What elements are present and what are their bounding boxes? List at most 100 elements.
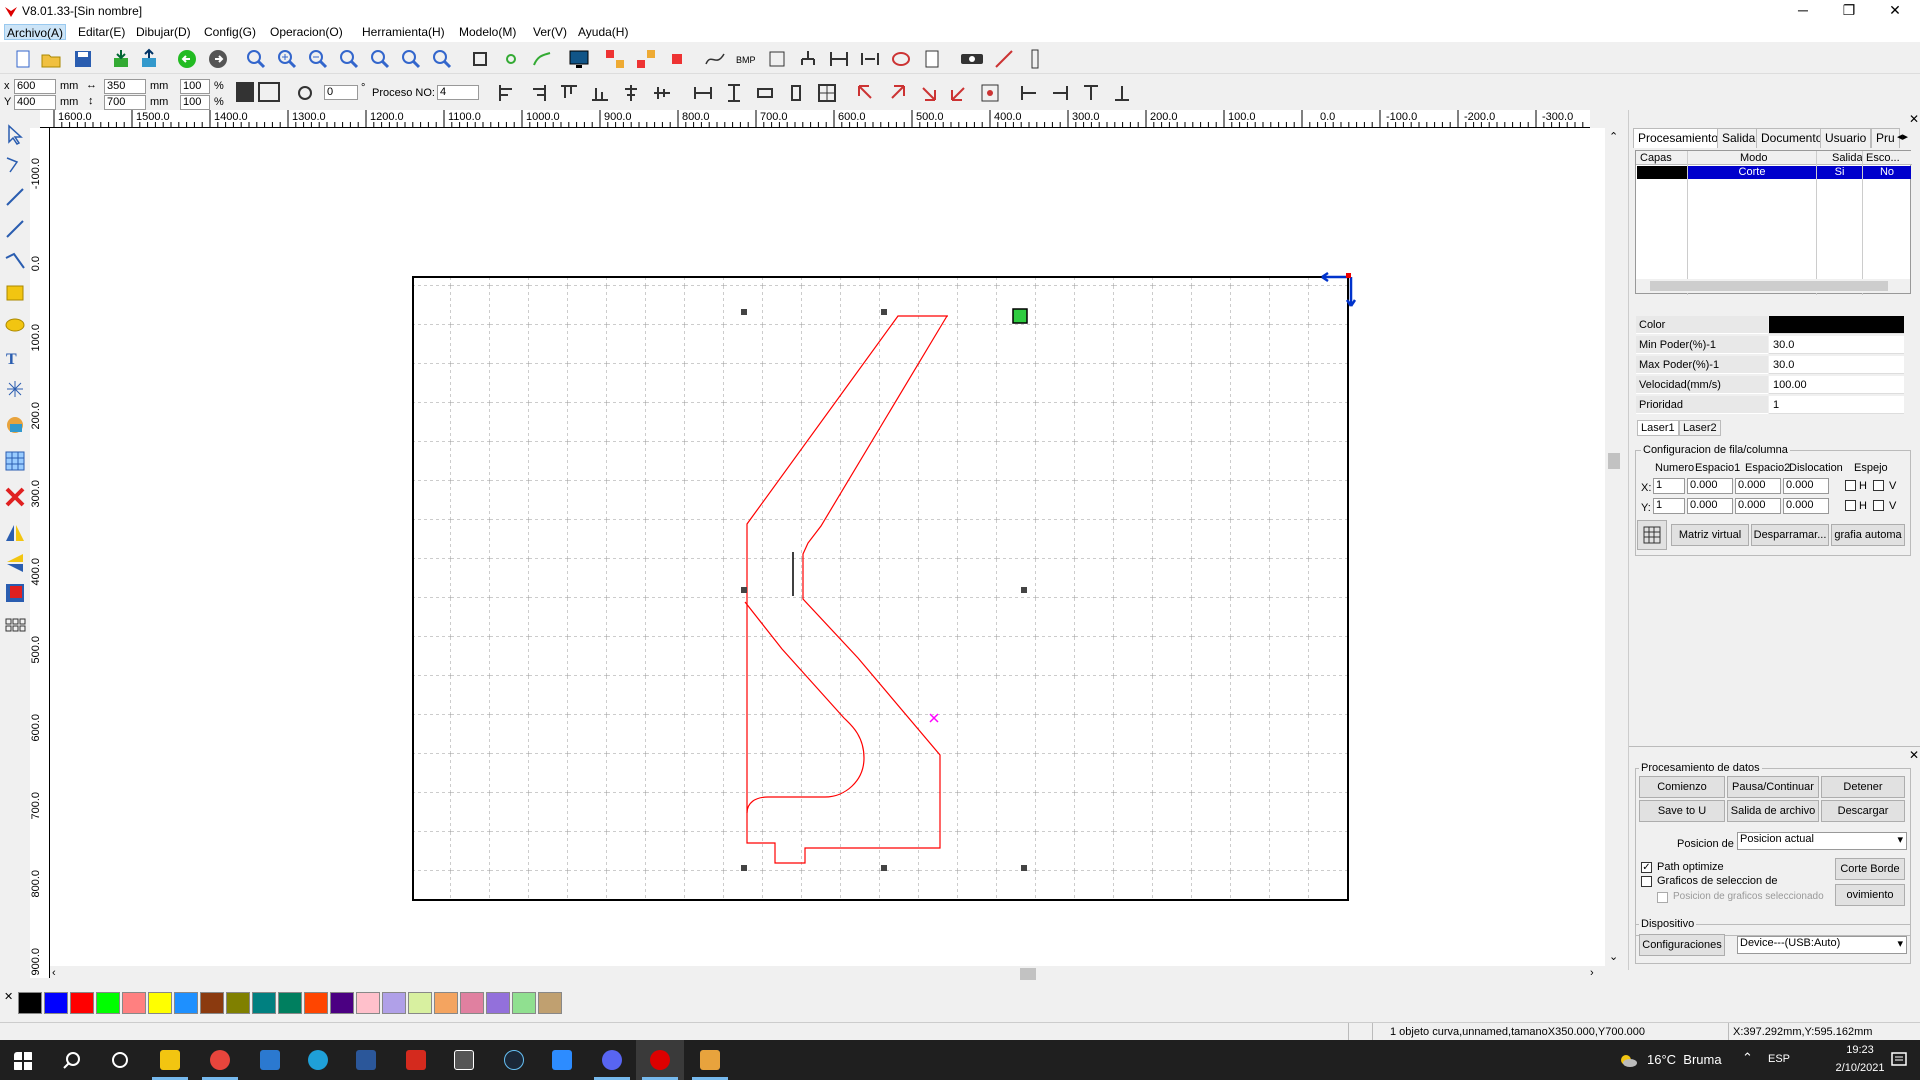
smooth-curve-icon[interactable] (704, 48, 726, 70)
y-position-field[interactable]: 400 (14, 95, 56, 110)
palette-swatch[interactable] (148, 992, 172, 1014)
taskbar-f-app[interactable] (686, 1040, 734, 1080)
export-icon[interactable] (138, 48, 160, 70)
palette-swatch[interactable] (70, 992, 94, 1014)
distance-icon[interactable] (828, 48, 850, 70)
align-bottom-icon[interactable] (589, 82, 611, 104)
palette-swatch[interactable] (18, 992, 42, 1014)
menu-ver[interactable]: Ver(V) (531, 24, 569, 40)
save-to-u-file-button[interactable]: Save to U Archivo (1639, 800, 1725, 822)
vertical-scroll-thumb[interactable] (1608, 453, 1620, 469)
anchor-point-icon[interactable] (258, 82, 280, 102)
align-right-icon[interactable] (527, 82, 549, 104)
palette-close-icon[interactable]: ✕ (4, 990, 13, 1003)
mirror-horizontal-icon[interactable] (4, 522, 26, 544)
palette-swatch[interactable] (226, 992, 250, 1014)
close-button[interactable]: ✕ (1872, 0, 1918, 22)
scroll-up-icon[interactable]: ⌃ (1609, 130, 1618, 143)
start-button[interactable]: Comienzo (1639, 776, 1725, 798)
palette-swatch[interactable] (356, 992, 380, 1014)
save-icon[interactable] (72, 48, 94, 70)
taskbar-edge[interactable] (294, 1040, 342, 1080)
taskbar-zoom[interactable] (538, 1040, 586, 1080)
tab-scroll-icon[interactable]: ◂▸ (1897, 130, 1908, 143)
chevron-up-icon[interactable]: ⌃ (1742, 1050, 1753, 1066)
language-indicator[interactable]: ESP (1768, 1053, 1790, 1065)
path-optimize-checkbox[interactable]: ✓ (1641, 862, 1652, 873)
bitmap-icon[interactable]: BMP (735, 48, 757, 70)
pause-continue-button[interactable]: Pausa/Continuar (1727, 776, 1819, 798)
array-x-mirror-v-checkbox[interactable] (1873, 480, 1884, 491)
corte-borde-button[interactable]: Corte Borde (1835, 858, 1905, 880)
maximize-button[interactable]: ❐ (1826, 0, 1872, 22)
monitor-icon[interactable] (568, 48, 590, 70)
angle-field[interactable]: 0 (324, 85, 358, 100)
x-position-field[interactable]: 600 (14, 79, 56, 94)
taskbar-laser-app[interactable] (636, 1040, 684, 1080)
delete-icon[interactable] (4, 486, 26, 508)
point-tool-icon[interactable] (4, 378, 26, 400)
array-y-espacio1[interactable]: 0.000 (1687, 498, 1733, 514)
tab-laser2[interactable]: Laser2 (1679, 420, 1721, 436)
scroll-down-icon[interactable]: ⌄ (1609, 950, 1618, 963)
palette-swatch[interactable] (434, 992, 458, 1014)
palette-swatch[interactable] (512, 992, 536, 1014)
dist-bottom-icon[interactable] (1111, 82, 1133, 104)
zoom-page-icon[interactable] (338, 48, 360, 70)
ellipse-tool-icon[interactable] (4, 314, 26, 336)
notification-icon[interactable] (1890, 1051, 1908, 1069)
width-field[interactable]: 350 (104, 79, 146, 94)
start-button[interactable] (0, 1040, 48, 1080)
dist-top-icon[interactable] (1080, 82, 1102, 104)
array-icon[interactable] (604, 48, 626, 70)
zoom-in-icon[interactable] (276, 48, 298, 70)
document-icon[interactable] (921, 48, 943, 70)
configuraciones-button[interactable]: Configuraciones (1639, 934, 1725, 956)
palette-swatch[interactable] (460, 992, 484, 1014)
array-y-mirror-v-checkbox[interactable] (1873, 500, 1884, 511)
height-field[interactable]: 700 (104, 95, 146, 110)
zoom-icon[interactable] (245, 48, 267, 70)
tree-icon[interactable] (797, 48, 819, 70)
array-copy-icon[interactable] (635, 48, 657, 70)
clock-date[interactable]: 2/10/2021 (1830, 1062, 1890, 1074)
minimize-button[interactable]: ─ (1780, 0, 1826, 22)
horizontal-scroll-thumb[interactable] (1020, 968, 1036, 980)
horizontal-scrollbar[interactable]: ‹ › (50, 966, 1605, 982)
vertical-scrollbar[interactable]: ⌃ ⌄ (1606, 128, 1622, 966)
prop-value-speed[interactable]: 100.00 (1769, 376, 1904, 394)
prop-value-color[interactable] (1769, 316, 1904, 334)
array-tool-icon[interactable] (4, 616, 26, 638)
image-tool-icon[interactable] (4, 414, 26, 436)
path-edit-icon[interactable] (531, 48, 553, 70)
node-edit-icon[interactable] (500, 48, 522, 70)
taskbar-chrome[interactable] (196, 1040, 244, 1080)
page-top-right-icon[interactable] (886, 82, 908, 104)
palette-swatch[interactable] (122, 992, 146, 1014)
zoom-selection-icon[interactable] (369, 48, 391, 70)
layer-hide[interactable]: No (1863, 166, 1911, 179)
download-button[interactable]: Descargar (1821, 800, 1905, 822)
search-button[interactable] (48, 1040, 96, 1080)
zoom-all-icon[interactable] (400, 48, 422, 70)
mirror-vertical-icon[interactable] (4, 552, 26, 574)
desparramar-button[interactable]: Desparramar... (1751, 524, 1829, 546)
grafia-automa-button[interactable]: grafia automa (1831, 524, 1905, 546)
lock-ratio-icon[interactable] (236, 82, 254, 102)
array-scatter-icon[interactable] (666, 48, 688, 70)
same-size-icon[interactable] (754, 82, 776, 104)
text-tool-icon[interactable]: T (4, 346, 26, 368)
clock-time[interactable]: 19:23 (1830, 1044, 1890, 1056)
select-arrow-icon[interactable] (4, 124, 26, 146)
page-top-left-icon[interactable] (855, 82, 877, 104)
weather-text[interactable]: 16°C Bruma (1647, 1052, 1722, 1067)
same-height-icon[interactable] (723, 82, 745, 104)
task-view-button[interactable] (96, 1040, 144, 1080)
panel-close-icon[interactable]: ✕ (1909, 112, 1919, 126)
undo-icon[interactable] (176, 48, 198, 70)
tab-pru[interactable]: Pru (1871, 128, 1900, 148)
prop-value-priority[interactable]: 1 (1769, 396, 1904, 414)
line-tool-icon[interactable] (4, 186, 26, 208)
device-select[interactable]: Device---(USB:Auto) ▾ (1737, 936, 1907, 954)
palette-swatch[interactable] (304, 992, 328, 1014)
